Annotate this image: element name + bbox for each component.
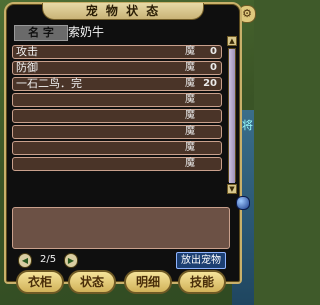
release-pet-button[interactable]: 放出宠物 xyxy=(176,252,226,269)
skill-name: 防御 xyxy=(16,61,38,74)
mana-label: 魔 xyxy=(185,78,195,89)
mana-label: 魔 xyxy=(185,158,195,169)
pet-name-label: 名 字 xyxy=(14,25,68,41)
skill-row[interactable]: 魔 xyxy=(12,125,222,139)
mana-cost: 20 xyxy=(203,78,217,89)
skill-list: 攻击 魔 0 防御 魔 0 一石二鸟．完 魔 20 魔 魔 魔 魔 魔 xyxy=(12,45,222,173)
mana-label: 魔 xyxy=(185,94,195,105)
mana-label: 魔 xyxy=(185,126,195,137)
tab-wardrobe[interactable]: 衣柜 xyxy=(16,270,64,294)
window-title: 宠 物 状 态 xyxy=(42,3,204,20)
tab-bar: 衣柜 状态 明细 技能 xyxy=(0,270,254,305)
pet-status-window: 宠 物 状 态 名 字 索奶牛 攻击 魔 0 防御 魔 0 一石二鸟．完 魔 2… xyxy=(4,2,242,284)
mana-label: 魔 xyxy=(185,46,195,57)
scroll-thumb[interactable] xyxy=(229,49,235,183)
skill-row[interactable]: 魔 xyxy=(12,109,222,123)
mana-label: 魔 xyxy=(185,142,195,153)
skill-row[interactable]: 魔 xyxy=(12,141,222,155)
pet-name-value: 索奶牛 xyxy=(68,25,105,39)
skill-name: 攻击 xyxy=(16,45,38,58)
map-label: 将 xyxy=(242,119,253,132)
skill-row[interactable]: 一石二鸟．完 魔 20 xyxy=(12,77,222,91)
skill-row[interactable]: 魔 xyxy=(12,93,222,107)
skill-row[interactable]: 攻击 魔 0 xyxy=(12,45,222,59)
skill-name: 一石二鸟．完 xyxy=(16,77,82,90)
scroll-down-arrow-icon[interactable]: ▼ xyxy=(227,184,237,194)
next-page-button[interactable]: ▶ xyxy=(64,253,78,268)
skill-row[interactable]: 防御 魔 0 xyxy=(12,61,222,75)
blue-orb-icon[interactable] xyxy=(236,196,250,210)
prev-page-button[interactable]: ◀ xyxy=(18,253,32,268)
tab-status[interactable]: 状态 xyxy=(68,270,116,294)
tab-skills[interactable]: 技能 xyxy=(178,270,226,294)
mana-cost: 0 xyxy=(210,62,217,73)
pet-name-row: 名 字 索奶牛 xyxy=(12,24,228,41)
scroll-up-arrow-icon[interactable]: ▲ xyxy=(227,36,237,46)
tab-details[interactable]: 明细 xyxy=(124,270,172,294)
skill-scrollbar[interactable]: ▲ ▼ xyxy=(227,36,237,210)
page-indicator: 2/5 xyxy=(40,254,57,265)
mana-label: 魔 xyxy=(185,110,195,121)
skill-row[interactable]: 魔 xyxy=(12,157,222,171)
skill-description-box xyxy=(12,207,230,249)
mana-cost: 0 xyxy=(210,46,217,57)
scroll-track[interactable] xyxy=(228,48,236,183)
mana-label: 魔 xyxy=(185,62,195,73)
